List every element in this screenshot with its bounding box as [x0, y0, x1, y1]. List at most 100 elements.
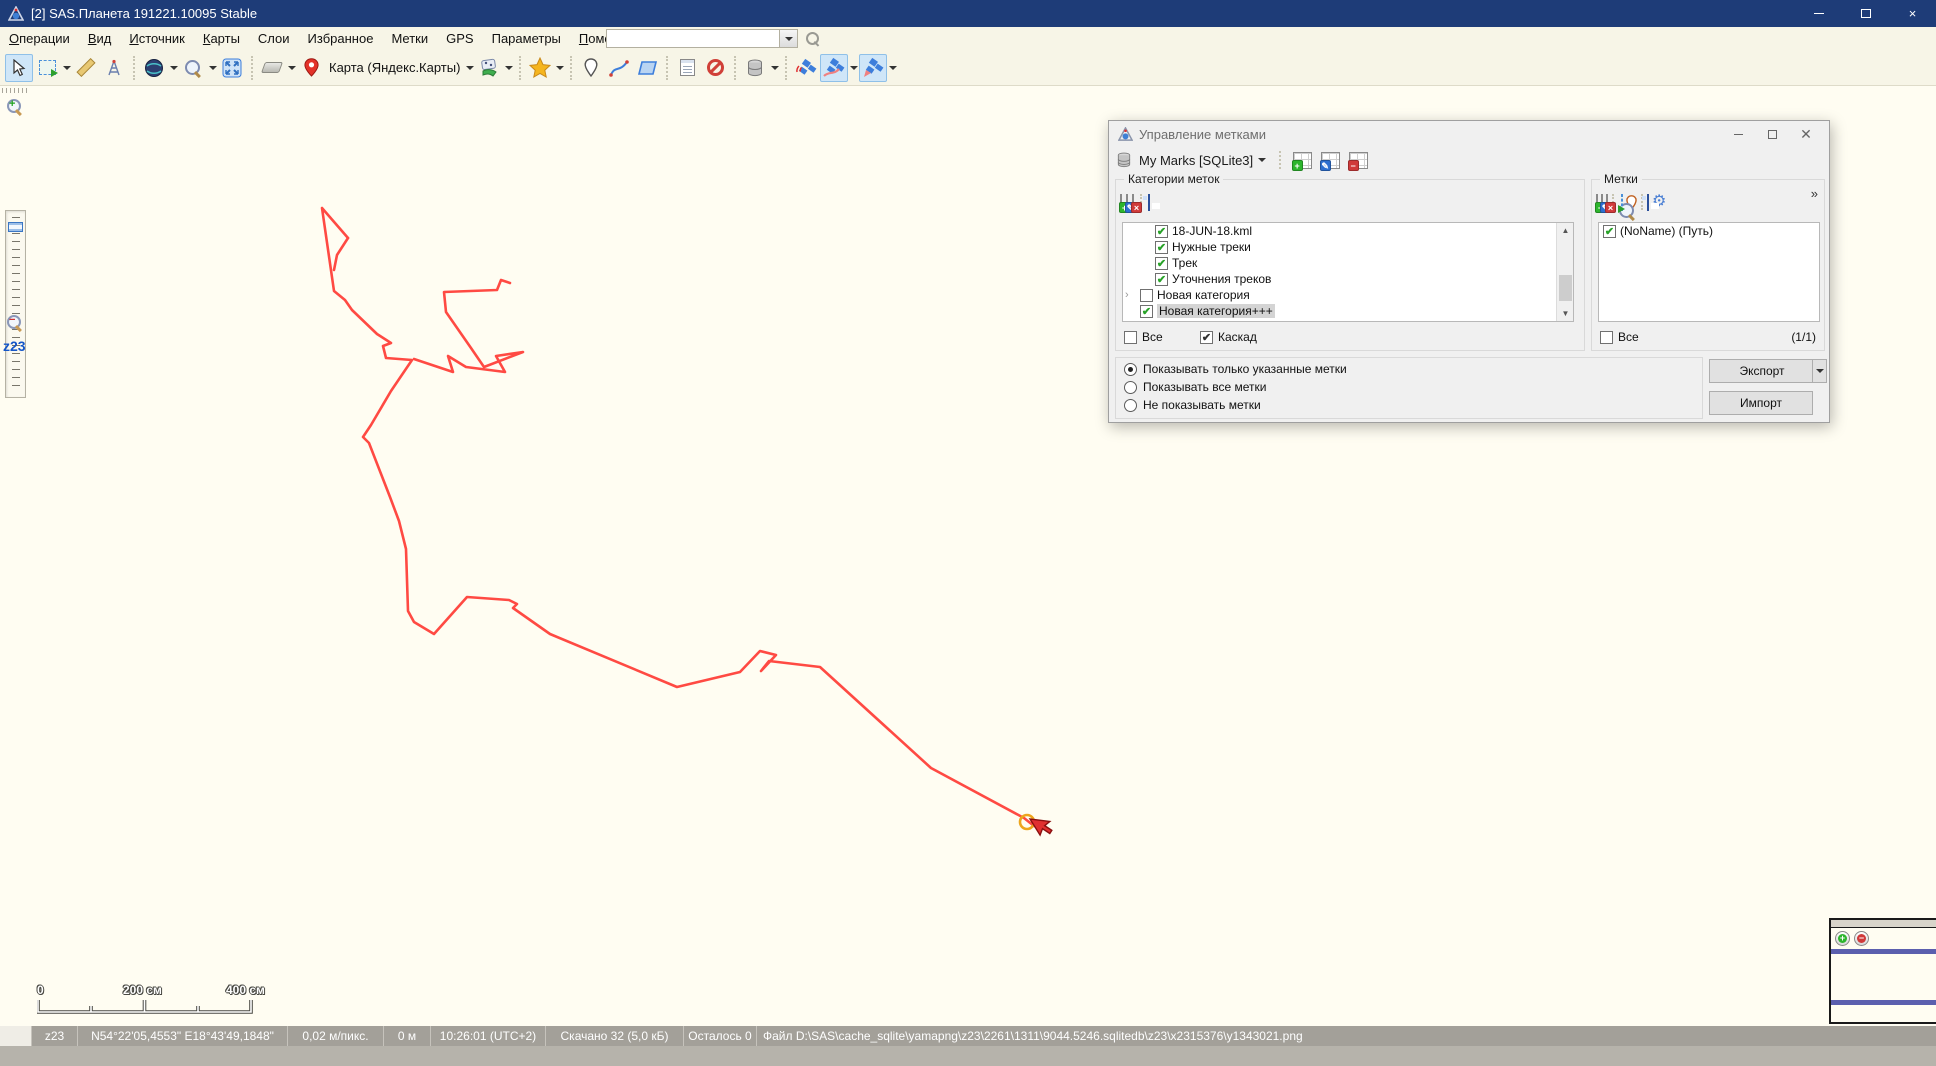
category-checkbox[interactable] [1140, 289, 1153, 302]
add-placemark-button[interactable] [577, 54, 605, 82]
categories-tree[interactable]: 18-JUN-18.kml Нужные треки Трек Уточнени… [1122, 222, 1574, 322]
tree-row[interactable]: ›Новая категория [1123, 287, 1573, 303]
zoom-tool-dropdown[interactable] [207, 54, 218, 82]
checkbox[interactable] [1124, 331, 1137, 344]
minimap-panel[interactable]: + − [1829, 918, 1936, 1024]
fill-map-button[interactable] [741, 54, 769, 82]
minimap-zoom-out-button[interactable]: − [1854, 931, 1869, 946]
mark-export-button[interactable] [1647, 195, 1649, 210]
category-export-button[interactable] [1148, 195, 1150, 210]
tree-row[interactable]: Новая категория+++ [1123, 303, 1573, 319]
menu-operations[interactable]: Операции [0, 28, 79, 49]
zoom-out-button[interactable]: − [6, 314, 24, 332]
search-input[interactable] [607, 30, 779, 47]
mark-delete-button[interactable]: × [1606, 195, 1608, 210]
category-checkbox[interactable] [1155, 241, 1168, 254]
toolbar-overflow-button[interactable]: » [1811, 186, 1818, 201]
slider-thumb[interactable] [8, 222, 23, 232]
database-select-button[interactable]: My Marks [SQLite3] [1135, 151, 1270, 170]
dialog-close-button[interactable]: ✕ [1789, 121, 1823, 147]
cascade-checkbox[interactable]: Каскад [1200, 330, 1257, 344]
dialog-maximize-button[interactable] [1755, 121, 1789, 147]
dialog-title-bar[interactable]: Управление метками ✕ [1109, 121, 1829, 147]
internet-cache-button[interactable] [140, 54, 168, 82]
export-button[interactable]: Экспорт [1709, 359, 1827, 383]
select-region-button[interactable] [33, 54, 61, 82]
tree-row[interactable]: Нужные треки [1123, 239, 1573, 255]
expander-icon[interactable]: › [1125, 289, 1136, 301]
tree-row[interactable]: Уточнения треков [1123, 271, 1573, 287]
export-dropdown[interactable] [1812, 360, 1826, 382]
menu-view[interactable]: Вид [79, 28, 121, 49]
menu-favorites[interactable]: Избранное [299, 28, 383, 49]
previous-map-button[interactable] [258, 54, 286, 82]
marks-manager-button[interactable] [673, 54, 701, 82]
gps-follow-dropdown[interactable] [887, 54, 898, 82]
search-combobox[interactable] [606, 29, 798, 48]
scroll-down-icon[interactable]: ▼ [1557, 306, 1574, 321]
zoom-slider[interactable] [5, 210, 26, 398]
fill-map-dropdown[interactable] [769, 54, 780, 82]
menu-maps[interactable]: Карты [194, 28, 249, 49]
favorites-dropdown[interactable] [554, 54, 565, 82]
category-checkbox[interactable] [1155, 273, 1168, 286]
menu-parameters[interactable]: Параметры [483, 28, 570, 49]
hide-marks-button[interactable] [701, 54, 729, 82]
close-button[interactable]: × [1889, 0, 1936, 27]
radio-show-all[interactable]: Показывать все метки [1124, 380, 1702, 394]
internet-cache-dropdown[interactable] [168, 54, 179, 82]
menu-source[interactable]: Источник [120, 28, 194, 49]
layers-button[interactable] [475, 54, 503, 82]
mark-add-button[interactable]: + [1596, 195, 1598, 210]
menu-marks[interactable]: Метки [382, 28, 437, 49]
marks-list[interactable]: (NoName) (Путь) [1598, 222, 1820, 322]
tree-row[interactable]: Трек [1123, 255, 1573, 271]
database-add-button[interactable]: + [1290, 149, 1314, 171]
minimap-grip[interactable] [1831, 920, 1936, 928]
category-delete-button[interactable]: × [1132, 195, 1134, 210]
radio-show-none[interactable]: Не показывать метки [1124, 398, 1702, 412]
measure-distance-button[interactable] [72, 54, 100, 82]
menu-layers[interactable]: Слои [249, 28, 299, 49]
checkbox[interactable] [1600, 331, 1613, 344]
menu-gps[interactable]: GPS [437, 28, 482, 49]
radio-show-selected[interactable]: Показывать только указанные метки [1124, 362, 1702, 376]
category-edit-button[interactable]: ✎ [1126, 195, 1128, 210]
gps-track-button[interactable] [820, 54, 848, 82]
mark-row[interactable]: (NoName) (Путь) [1599, 223, 1819, 239]
scrollbar-thumb[interactable] [1559, 275, 1572, 301]
checkbox[interactable] [1200, 331, 1213, 344]
layers-dropdown[interactable] [503, 54, 514, 82]
minimize-button[interactable] [1795, 0, 1842, 27]
tree-scrollbar[interactable]: ▲ ▼ [1556, 223, 1573, 321]
category-add-button[interactable]: + [1120, 195, 1122, 210]
database-delete-button[interactable]: − [1346, 149, 1370, 171]
search-dropdown-button[interactable] [779, 30, 797, 47]
select-region-dropdown[interactable] [61, 54, 72, 82]
import-button[interactable]: Импорт [1709, 391, 1813, 415]
marks-all-checkbox[interactable]: Все [1600, 330, 1639, 344]
maximize-button[interactable] [1842, 0, 1889, 27]
minimap-zoom-in-button[interactable]: + [1835, 931, 1850, 946]
mark-edit-button[interactable]: ✎ [1601, 195, 1603, 210]
fullscreen-button[interactable] [218, 54, 246, 82]
active-map-button[interactable] [297, 54, 325, 82]
active-map-dropdown[interactable] [464, 54, 475, 82]
database-edit-button[interactable]: ✎ [1318, 149, 1342, 171]
favorites-button[interactable] [526, 54, 554, 82]
pan-cursor-button[interactable] [5, 54, 33, 82]
add-path-button[interactable] [605, 54, 633, 82]
goto-position-button[interactable] [100, 54, 128, 82]
dialog-minimize-button[interactable] [1721, 121, 1755, 147]
mark-checkbox[interactable] [1603, 225, 1616, 238]
categories-all-checkbox[interactable]: Все [1124, 330, 1163, 344]
gps-follow-button[interactable] [859, 54, 887, 82]
gps-track-dropdown[interactable] [848, 54, 859, 82]
add-polygon-button[interactable] [633, 54, 661, 82]
gps-connect-button[interactable] [792, 54, 820, 82]
previous-map-dropdown[interactable] [286, 54, 297, 82]
zoom-in-button[interactable]: + [6, 98, 24, 116]
category-checkbox[interactable] [1155, 257, 1168, 270]
mark-goto-button[interactable] [1621, 195, 1623, 210]
zoom-tool-button[interactable] [179, 54, 207, 82]
